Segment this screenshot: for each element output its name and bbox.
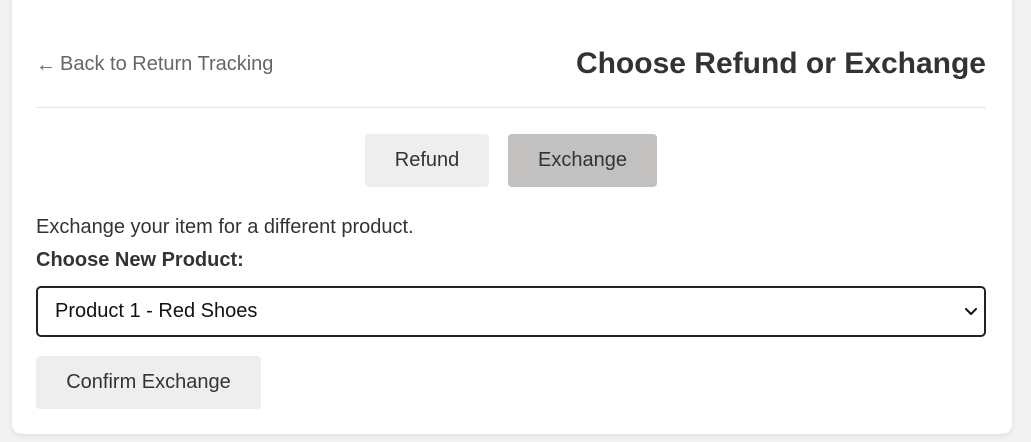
- choose-product-label: Choose New Product:: [36, 249, 244, 271]
- refund-button[interactable]: Refund: [365, 134, 489, 187]
- confirm-exchange-button[interactable]: Confirm Exchange: [36, 356, 261, 409]
- back-link-label: Back to Return Tracking: [60, 53, 274, 75]
- product-select-value: Product 1 - Red Shoes: [55, 300, 258, 322]
- page-header: ← Back to Return Tracking Choose Refund …: [36, 0, 986, 108]
- product-select[interactable]: Product 1 - Red Shoes: [36, 286, 986, 337]
- back-link[interactable]: ← Back to Return Tracking: [36, 53, 273, 76]
- exchange-card: ← Back to Return Tracking Choose Refund …: [12, 0, 1012, 434]
- chevron-down-icon: [964, 305, 978, 319]
- exchange-description: Exchange your item for a different produ…: [36, 216, 414, 238]
- page-title: Choose Refund or Exchange: [575, 47, 986, 80]
- left-arrow-icon: ←: [36, 53, 56, 76]
- refund-exchange-toggle: Refund Exchange: [365, 134, 657, 187]
- exchange-button[interactable]: Exchange: [508, 134, 657, 187]
